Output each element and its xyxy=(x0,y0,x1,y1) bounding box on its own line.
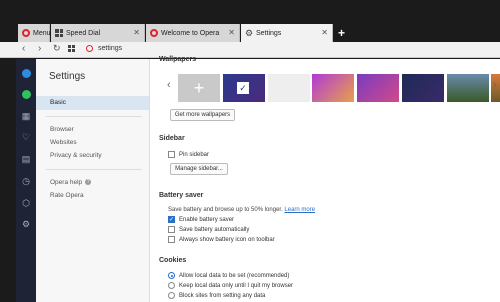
keep-local-data-radio[interactable]: Keep local data only until I quit my bro… xyxy=(168,282,293,289)
divider xyxy=(46,116,142,117)
wallpapers-title: Wallpapers xyxy=(159,56,197,63)
forward-icon[interactable]: › xyxy=(38,43,41,54)
settings-title: Settings xyxy=(49,71,86,82)
sidebar-section-title: Sidebar xyxy=(159,135,185,142)
tab-settings[interactable]: ⚙ Settings ✕ xyxy=(241,24,333,42)
help-icon: ? xyxy=(85,179,92,186)
new-tab-button[interactable]: + xyxy=(338,26,345,40)
checkbox[interactable] xyxy=(168,226,175,233)
checkbox-label: Save battery automatically xyxy=(179,226,250,233)
extensions-icon[interactable]: ⬡ xyxy=(20,197,32,209)
battery-desc-text: Save battery and browse up to 50% longer… xyxy=(168,207,283,213)
sidebar-item-privacy[interactable]: Privacy & security xyxy=(36,149,149,163)
radio-label: Block sites from setting any data xyxy=(179,292,266,299)
pin-sidebar-checkbox[interactable]: Pin sidebar xyxy=(168,151,209,158)
check-icon: ✓ xyxy=(237,82,249,94)
history-icon[interactable]: ◷ xyxy=(20,175,32,187)
speed-dial-icon xyxy=(55,29,63,37)
reload-icon[interactable]: ↻ xyxy=(53,43,61,54)
tab-strip: Menu Speed Dial ✕ Welcome to Opera ✕ ⚙ S… xyxy=(0,18,500,42)
tab-welcome[interactable]: Welcome to Opera ✕ xyxy=(146,24,240,42)
chevron-right-icon[interactable]: › xyxy=(493,79,497,91)
tab-label: Welcome to Opera xyxy=(161,29,220,37)
divider xyxy=(46,169,142,170)
tab-label: Menu xyxy=(33,29,51,37)
messenger-icon[interactable] xyxy=(20,67,32,79)
tab-label: Speed Dial xyxy=(66,29,101,37)
sidebar-item-help[interactable]: Opera help? xyxy=(36,176,149,190)
close-icon[interactable]: ✕ xyxy=(321,28,328,37)
sidebar-item-browser[interactable]: Browser xyxy=(36,123,149,137)
wallpaper-thumb[interactable] xyxy=(268,74,310,102)
show-battery-icon-checkbox[interactable]: Always show battery icon on toolbar xyxy=(168,236,275,243)
address-bar: ‹ › ↻ settings xyxy=(0,42,500,58)
battery-section-title: Battery saver xyxy=(159,192,204,199)
heart-icon[interactable]: ♡ xyxy=(20,131,32,143)
sidebar-item-websites[interactable]: Websites xyxy=(36,136,149,150)
checkbox[interactable] xyxy=(168,151,175,158)
manage-sidebar-button[interactable]: Manage sidebar... xyxy=(170,163,228,175)
wallpaper-thumb[interactable]: ✓ xyxy=(223,74,265,102)
chevron-left-icon[interactable]: ‹ xyxy=(167,79,171,91)
checkbox-label: Always show battery icon on toolbar xyxy=(179,236,275,243)
close-icon[interactable]: ✕ xyxy=(228,28,235,37)
radio[interactable] xyxy=(168,282,175,289)
url-text: settings xyxy=(98,45,123,52)
gear-icon[interactable]: ⚙ xyxy=(20,218,32,230)
settings-sidebar: Settings Basic Browser Websites Privacy … xyxy=(36,59,150,302)
allow-local-data-radio[interactable]: Allow local data to be set (recommended) xyxy=(168,272,289,279)
radio[interactable] xyxy=(168,292,175,299)
tab-menu[interactable]: Menu xyxy=(18,24,51,42)
radio-label: Allow local data to be set (recommended) xyxy=(179,272,290,279)
cookies-section-title: Cookies xyxy=(159,257,187,264)
block-sites-radio[interactable]: Block sites from setting any data xyxy=(168,292,265,299)
opera-logo-icon xyxy=(22,29,30,37)
learn-more-link[interactable]: Learn more xyxy=(284,207,315,213)
opera-logo-icon xyxy=(150,29,158,37)
back-icon[interactable]: ‹ xyxy=(22,43,25,54)
add-wallpaper-button[interactable]: + xyxy=(178,74,220,102)
help-label: Opera help xyxy=(50,179,83,186)
sidebar-item-basic[interactable]: Basic xyxy=(36,96,149,110)
news-icon[interactable]: ▤ xyxy=(20,153,32,165)
radio-label: Keep local data only until I quit my bro… xyxy=(179,282,294,289)
speed-dial-button-icon[interactable] xyxy=(68,45,75,52)
sidebar-item-rate[interactable]: Rate Opera xyxy=(36,189,149,203)
tab-speed-dial[interactable]: Speed Dial ✕ xyxy=(51,24,145,42)
settings-content: Wallpapers ‹ + ✓ › Get more wallpapers S… xyxy=(150,56,500,302)
wallpaper-thumb[interactable] xyxy=(402,74,444,102)
opera-logo-icon xyxy=(86,45,93,52)
radio-selected[interactable] xyxy=(168,272,175,279)
enable-battery-saver-checkbox[interactable]: ✓ Enable battery saver xyxy=(168,216,234,223)
save-battery-automatically-checkbox[interactable]: Save battery automatically xyxy=(168,226,249,233)
checkbox-label: Pin sidebar xyxy=(179,151,210,158)
get-more-wallpapers-button[interactable]: Get more wallpapers xyxy=(170,109,235,121)
opera-sidebar: ▦ ♡ ▤ ◷ ⬡ ⚙ xyxy=(16,59,36,302)
url-field[interactable]: settings xyxy=(86,45,122,52)
wallpaper-thumb[interactable] xyxy=(447,74,489,102)
checkbox[interactable] xyxy=(168,236,175,243)
checkbox-label: Enable battery saver xyxy=(179,216,235,223)
checkbox-checked[interactable]: ✓ xyxy=(168,216,175,223)
battery-description: Save battery and browse up to 50% longer… xyxy=(168,207,315,213)
speed-dial-icon[interactable]: ▦ xyxy=(20,110,32,122)
wallpaper-thumb[interactable] xyxy=(357,74,399,102)
whatsapp-icon[interactable] xyxy=(20,88,32,100)
gear-icon: ⚙ xyxy=(244,27,254,38)
close-icon[interactable]: ✕ xyxy=(133,28,140,37)
tab-label: Settings xyxy=(256,29,282,37)
wallpaper-thumb[interactable] xyxy=(312,74,354,102)
